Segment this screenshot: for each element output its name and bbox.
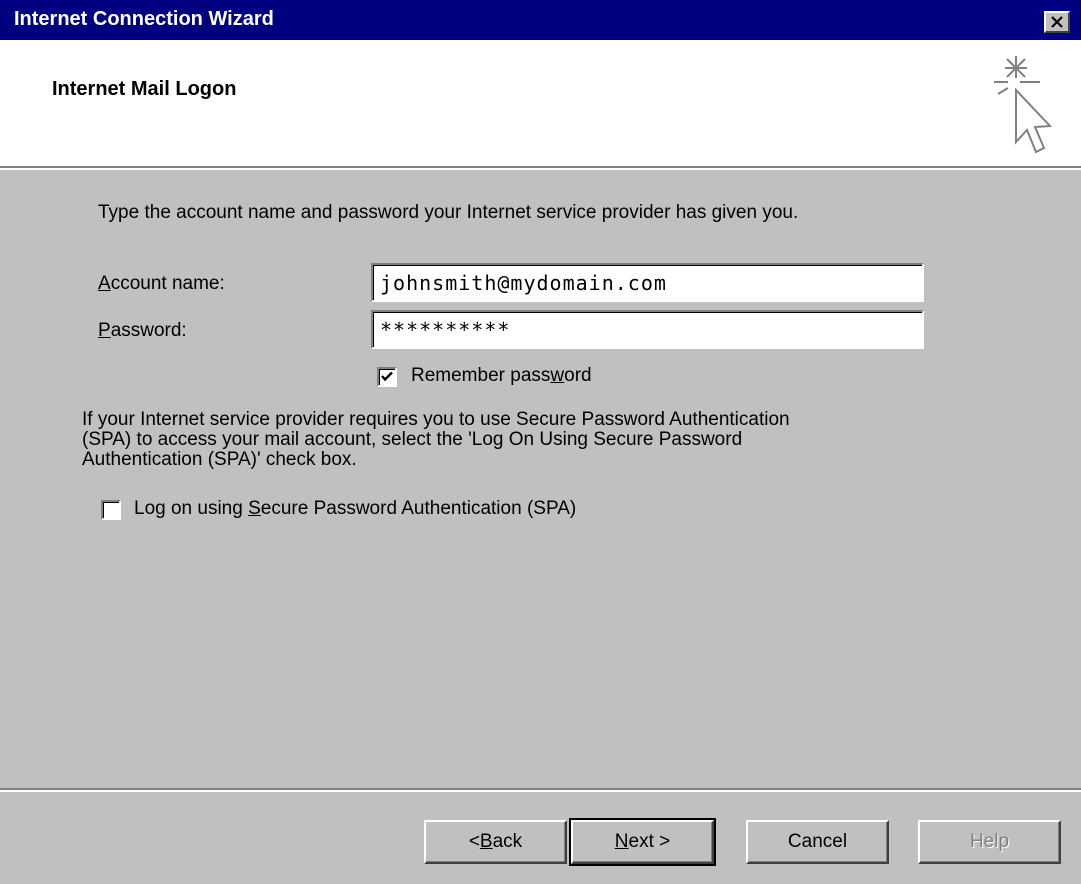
spa-explanation-line-2: (SPA) to access your mail account, selec… bbox=[82, 429, 743, 450]
remember-password-checkbox[interactable] bbox=[377, 367, 397, 387]
help-button[interactable]: Help bbox=[918, 820, 1061, 864]
cancel-button[interactable]: Cancel bbox=[746, 820, 889, 864]
intro-text: Type the account name and password your … bbox=[98, 202, 799, 223]
spa-explanation: If your Internet service provider requir… bbox=[82, 410, 982, 470]
next-button[interactable]: Next > bbox=[569, 818, 716, 866]
checkmark-icon bbox=[381, 371, 393, 382]
remember-password-label[interactable]: Remember password bbox=[411, 365, 592, 387]
wizard-header: Internet Mail Logon bbox=[0, 40, 1081, 170]
account-name-field[interactable] bbox=[371, 263, 924, 302]
account-name-label: Account name: bbox=[98, 273, 225, 294]
password-input[interactable] bbox=[373, 312, 922, 347]
spa-checkbox[interactable] bbox=[101, 500, 121, 520]
title-bar[interactable]: Internet Connection Wizard bbox=[0, 0, 1081, 40]
password-label: Password: bbox=[98, 320, 187, 341]
help-button-label: Help bbox=[969, 831, 1010, 852]
spa-label[interactable]: Log on using Secure Password Authenticat… bbox=[134, 498, 576, 520]
window-title: Internet Connection Wizard bbox=[14, 8, 274, 30]
close-button[interactable] bbox=[1044, 11, 1070, 33]
spa-explanation-line-3: Authentication (SPA)' check box. bbox=[82, 449, 357, 470]
wizard-sparkle-cursor-icon bbox=[994, 56, 1053, 154]
wizard-window: Internet Connection Wizard Internet Mail… bbox=[0, 0, 1081, 884]
page-title: Internet Mail Logon bbox=[52, 78, 237, 100]
back-button[interactable]: < Back bbox=[424, 820, 567, 864]
password-field[interactable] bbox=[371, 310, 924, 349]
account-name-input[interactable] bbox=[373, 265, 922, 300]
spa-explanation-line-1: If your Internet service provider requir… bbox=[82, 409, 790, 430]
close-icon bbox=[1051, 16, 1063, 28]
footer-separator-highlight bbox=[0, 790, 1081, 792]
